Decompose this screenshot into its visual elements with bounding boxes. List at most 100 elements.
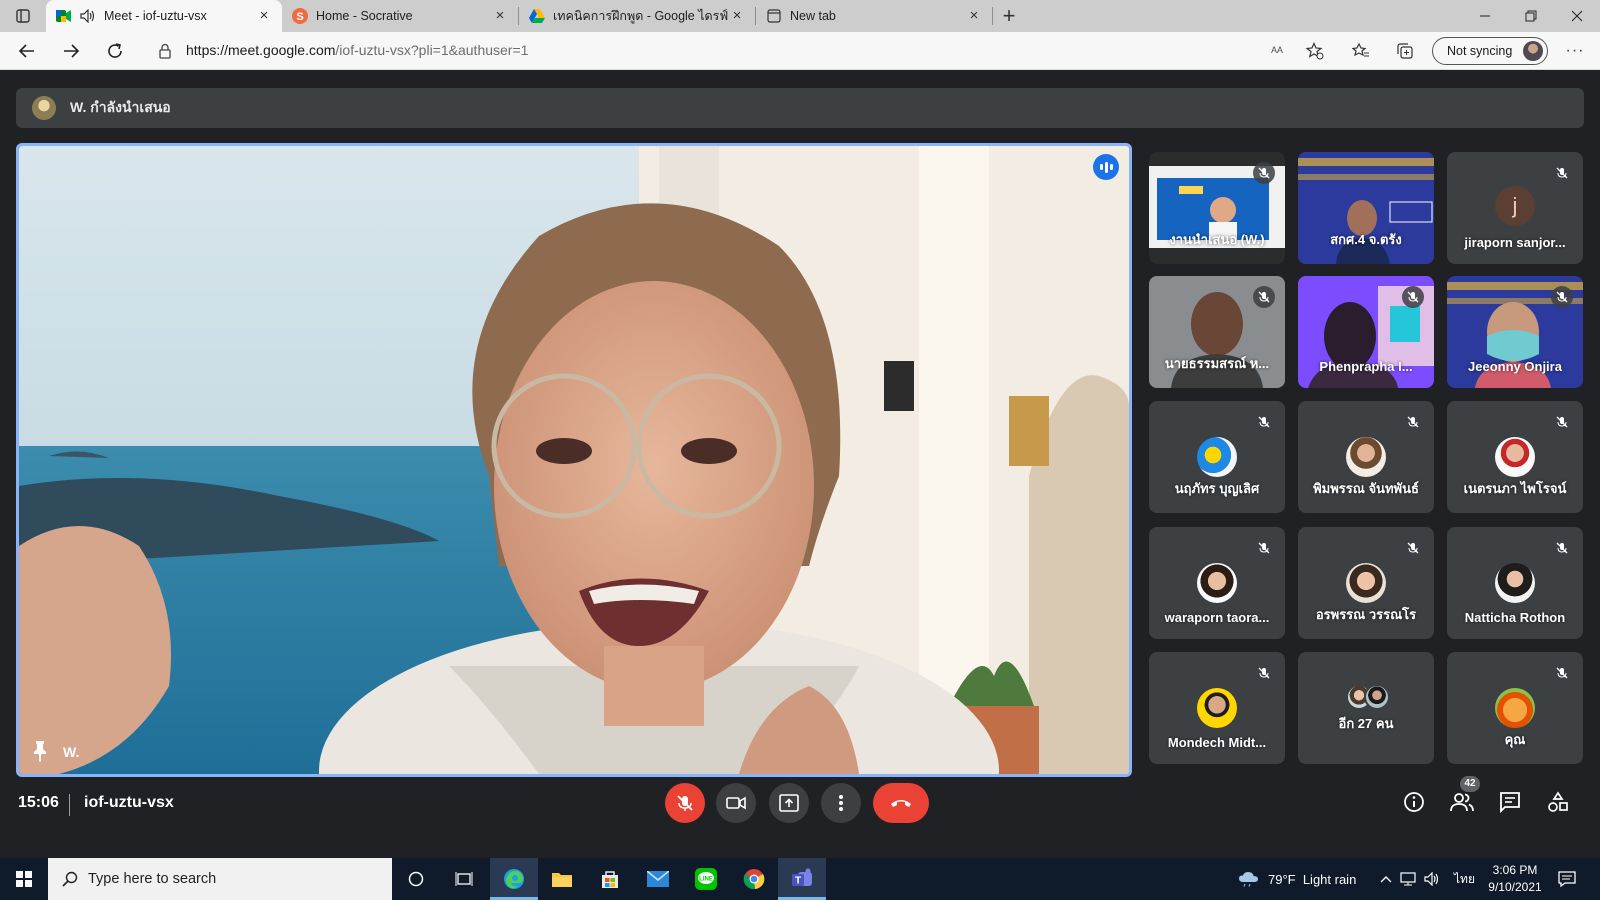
line-app-icon[interactable]: LINE (682, 858, 730, 900)
meet-call-view: W. กำลังนำเสนอ W. งานนำเสนอ (W.) สกศ.4 จ… (0, 70, 1600, 858)
participant-tile[interactable]: เนตรนภา ไพโรจน์ (1447, 401, 1583, 513)
close-window-icon[interactable] (1554, 0, 1600, 32)
speaker-icon[interactable] (80, 8, 96, 24)
muted-mic-icon (1402, 537, 1424, 559)
close-icon[interactable]: × (966, 8, 982, 24)
close-icon[interactable]: × (256, 8, 272, 24)
speaker-name: W. (63, 744, 80, 760)
pin-icon[interactable] (31, 740, 49, 762)
muted-mic-icon (1253, 662, 1275, 684)
search-icon (62, 871, 78, 887)
browser-tab-strip: Meet - iof-uztu-vsx × S Home - Socrative… (0, 0, 1600, 32)
chat-button[interactable] (1492, 784, 1528, 820)
lock-icon[interactable] (150, 36, 180, 66)
participant-avatar (1495, 563, 1535, 603)
participant-tile[interactable]: นายธรรมสรณ์ ห... (1149, 276, 1285, 388)
profile-avatar (1523, 41, 1543, 61)
taskbar-clock[interactable]: 3:06 PM 9/10/2021 (1480, 862, 1550, 896)
participant-avatar (1364, 684, 1390, 710)
new-tab-button[interactable]: + (993, 0, 1025, 32)
file-explorer-icon[interactable] (538, 858, 586, 900)
participant-tile[interactable]: Natticha Rothon (1447, 527, 1583, 639)
tab-meet[interactable]: Meet - iof-uztu-vsx × (46, 0, 282, 32)
more-participants-tile[interactable]: อีก 27 คน (1298, 652, 1434, 764)
participant-tile[interactable]: งานนำเสนอ (W.) (1149, 152, 1285, 264)
add-favorite-icon[interactable] (1300, 36, 1330, 66)
minimize-icon[interactable] (1462, 0, 1508, 32)
taskbar-search-input[interactable]: Type here to search (48, 858, 392, 900)
participant-avatar (1495, 688, 1535, 728)
present-screen-icon (779, 794, 799, 812)
participant-count-badge: 42 (1460, 776, 1480, 792)
hang-up-icon (891, 800, 911, 807)
favorites-icon[interactable] (1346, 36, 1376, 66)
speaking-indicator-icon (1093, 154, 1119, 180)
camera-toggle-button[interactable] (716, 783, 756, 823)
volume-icon[interactable] (1424, 858, 1440, 900)
participant-tile[interactable]: นฤภัทร บุญเลิศ (1149, 401, 1285, 513)
participant-name: นายธรรมสรณ์ ห... (1164, 356, 1270, 371)
tab-actions-icon[interactable] (0, 0, 46, 32)
chrome-icon[interactable] (730, 858, 778, 900)
mail-icon[interactable] (634, 858, 682, 900)
cortana-icon[interactable] (392, 858, 440, 900)
teams-icon[interactable]: T (778, 858, 826, 900)
chat-icon (1500, 792, 1520, 813)
participant-avatar (1197, 688, 1237, 728)
input-language-indicator[interactable]: ไทย (1454, 858, 1475, 900)
back-icon[interactable] (12, 36, 42, 66)
participant-tile[interactable]: waraporn taora... (1149, 527, 1285, 639)
tab-new-tab[interactable]: New tab × (756, 0, 992, 32)
participant-tile[interactable]: j jiraporn sanjor... (1447, 152, 1583, 264)
participant-name: อรพรรณ วรรณโร (1315, 607, 1417, 622)
windows-start-icon[interactable] (0, 858, 48, 900)
collections-icon[interactable] (1390, 36, 1420, 66)
show-hidden-icons[interactable] (1380, 858, 1392, 900)
meeting-details-button[interactable] (1396, 784, 1432, 820)
edge-browser-icon[interactable] (490, 858, 538, 900)
muted-mic-icon (1551, 662, 1573, 684)
presenting-banner[interactable]: W. กำลังนำเสนอ (16, 88, 1584, 128)
more-options-button[interactable] (821, 783, 861, 823)
more-participants-label: อีก 27 คน (1338, 716, 1394, 731)
network-icon[interactable] (1400, 858, 1416, 900)
address-bar-url[interactable]: https://meet.google.com/iof-uztu-vsx?pli… (186, 42, 528, 58)
participant-tile[interactable]: Mondech Midt... (1149, 652, 1285, 764)
close-icon[interactable]: × (729, 8, 745, 24)
leave-call-button[interactable] (873, 783, 929, 823)
participant-name: งานนำเสนอ (W.) (1169, 232, 1265, 247)
microsoft-store-icon[interactable] (586, 858, 634, 900)
muted-mic-icon (1551, 411, 1573, 433)
refresh-icon[interactable] (100, 36, 130, 66)
main-speaker-video[interactable]: W. (16, 143, 1132, 777)
people-icon (1450, 793, 1474, 812)
read-aloud-icon[interactable]: ᴬᴬ (1262, 36, 1292, 66)
task-view-icon[interactable] (440, 858, 488, 900)
meeting-clock: 15:06 (18, 794, 59, 811)
more-menu-icon[interactable]: ··· (1560, 36, 1590, 66)
participant-tile[interactable]: คุณ (1447, 652, 1583, 764)
mic-toggle-button[interactable] (665, 783, 705, 823)
tab-label: New tab (790, 9, 836, 23)
participant-tile[interactable]: พิมพรรณ จันทพันธ์ (1298, 401, 1434, 513)
participant-tile[interactable]: Jeeonny Onjira (1447, 276, 1583, 388)
activities-button[interactable] (1540, 784, 1576, 820)
participant-tile[interactable]: อรพรรณ วรรณโร (1298, 527, 1434, 639)
participant-tile[interactable]: สกศ.4 จ.ตรัง (1298, 152, 1434, 264)
tab-google-drive[interactable]: เทคนิคการฝึกพูด - Google ไดรฟ์ × (519, 0, 755, 32)
weather-widget[interactable]: 79°F Light rain (1238, 858, 1356, 900)
restore-icon[interactable] (1508, 0, 1554, 32)
present-now-button[interactable] (769, 783, 809, 823)
participant-name: คุณ (1504, 732, 1526, 747)
socrative-icon: S (292, 8, 308, 24)
sync-profile-button[interactable]: Not syncing (1432, 37, 1548, 65)
participant-tile[interactable]: Phenprapha I... (1298, 276, 1434, 388)
forward-icon[interactable] (56, 36, 86, 66)
notifications-icon[interactable] (1558, 858, 1576, 900)
muted-mic-icon (1551, 537, 1573, 559)
participant-name: waraporn taora... (1164, 610, 1270, 625)
close-icon[interactable]: × (492, 8, 508, 24)
tab-socrative[interactable]: S Home - Socrative × (282, 0, 518, 32)
muted-mic-icon (1253, 537, 1275, 559)
muted-mic-icon (1402, 411, 1424, 433)
